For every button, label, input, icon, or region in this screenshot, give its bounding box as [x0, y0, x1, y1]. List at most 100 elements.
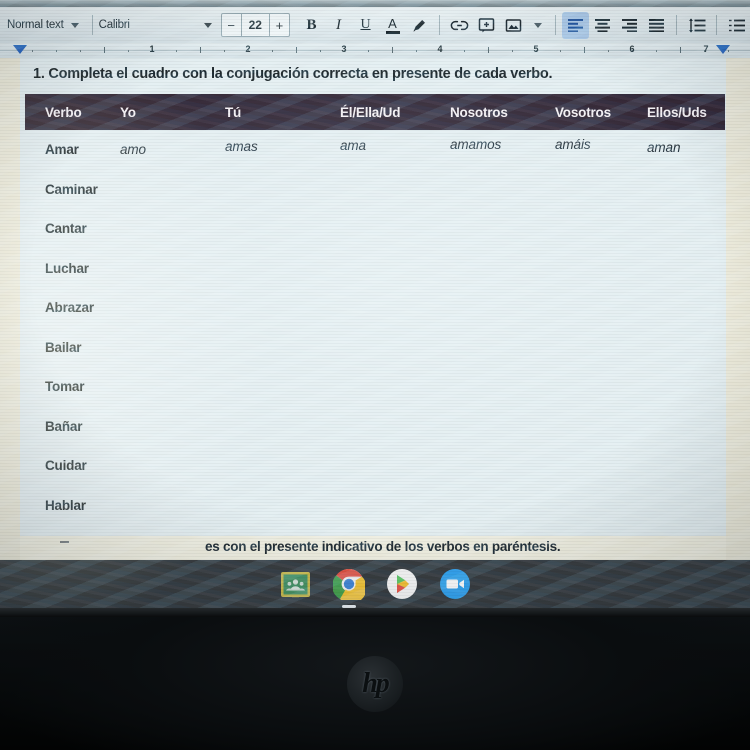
increase-font-size-button[interactable]: + [270, 14, 289, 36]
laptop-hinge [0, 608, 750, 617]
table-row[interactable]: Bailar [25, 328, 725, 368]
column-header-tu: Tú [225, 104, 242, 120]
align-justify-button[interactable] [643, 12, 670, 39]
align-right-icon [622, 19, 637, 32]
table-row[interactable]: Hablar [25, 486, 725, 526]
partial-paragraph-text: es con el presente indicativo de los ver… [205, 539, 561, 554]
bold-icon: B [306, 16, 317, 33]
table-row[interactable]: Abrazar [25, 288, 725, 328]
cell-verb[interactable]: Amar [25, 142, 120, 157]
shelf-app-zoom[interactable] [438, 568, 471, 601]
shelf-app-google-classroom[interactable] [279, 568, 312, 601]
cell-verb[interactable]: Cuidar [25, 458, 120, 473]
cell-verb[interactable]: Hablar [25, 498, 120, 513]
table-row[interactable]: Bañar [25, 407, 725, 447]
add-comment-icon [478, 17, 495, 32]
insert-link-button[interactable] [446, 12, 473, 39]
ruler-number: 7 [703, 44, 709, 54]
column-header-vosotros: Vosotros [555, 104, 611, 120]
ruler-number: 5 [533, 44, 539, 54]
column-header-yo: Yo [120, 104, 136, 120]
align-left-button[interactable] [562, 11, 589, 39]
cut-off-text-stub [60, 541, 69, 543]
left-indent-marker[interactable] [13, 45, 27, 54]
table-row[interactable]: Cuidar [25, 446, 725, 486]
insert-link-icon [450, 20, 469, 30]
chevron-down-icon [70, 22, 79, 28]
text-color-swatch [385, 30, 400, 34]
font-size-input[interactable]: 22 [242, 14, 270, 36]
zoom-video-icon [439, 569, 470, 599]
numbered-list-button[interactable] [723, 12, 750, 39]
toolbar-divider [716, 15, 717, 35]
column-header-verbo: Verbo [45, 104, 82, 120]
cell-nosotros[interactable]: amamos [450, 137, 555, 152]
google-classroom-icon [281, 571, 310, 597]
bold-button[interactable]: B [298, 12, 325, 39]
text-color-letter: A [388, 15, 397, 31]
chromeos-shelf [0, 560, 750, 608]
highlight-pen-icon [413, 19, 425, 32]
hp-logo-text: hp [362, 668, 390, 699]
highlight-color-button[interactable] [406, 12, 433, 39]
underline-button[interactable]: U [352, 12, 379, 39]
shelf-app-google-chrome[interactable] [332, 568, 365, 601]
align-left-icon [568, 19, 583, 32]
table-row[interactable]: Tomar [25, 367, 725, 407]
cell-tu[interactable]: amas [225, 139, 340, 154]
align-center-button[interactable] [589, 12, 616, 39]
cell-ellos[interactable]: aman [647, 140, 725, 155]
line-spacing-icon [688, 17, 705, 33]
align-center-icon [595, 19, 610, 32]
insert-image-button[interactable] [500, 12, 527, 39]
table-row[interactable]: Caminar [25, 170, 725, 210]
ruler-number: 2 [245, 44, 251, 54]
font-size-stepper[interactable]: − 22 + [220, 13, 290, 37]
numbered-list-icon [728, 19, 745, 31]
page-right-margin [726, 58, 750, 560]
cell-yo[interactable]: amo [120, 142, 225, 157]
exercise-prompt: 1. Completa el cuadro con la conjugación… [33, 66, 553, 82]
italic-button[interactable]: I [325, 12, 352, 39]
verb-conjugation-table[interactable]: Verbo Yo Tú Él/Ella/Ud Nosotros Vosotros… [25, 94, 725, 525]
cell-verb[interactable]: Bailar [25, 340, 120, 355]
toolbar-divider [555, 15, 556, 35]
ruler-number: 1 [149, 44, 155, 54]
cell-verb[interactable]: Abrazar [25, 300, 120, 315]
column-header-el-ella-ud: Él/Ella/Ud [340, 104, 401, 120]
cell-verb[interactable]: Bañar [25, 419, 120, 434]
ruler-number: 6 [629, 44, 635, 54]
right-indent-marker[interactable] [716, 45, 730, 54]
laptop-lower-bezel: hp [0, 608, 750, 750]
document-partial-paragraph-line[interactable]: es con el presente indicativo de los ver… [20, 536, 726, 560]
table-row[interactable]: Luchar [25, 249, 725, 289]
cell-vosotros[interactable]: amáis [555, 137, 647, 152]
text-color-button[interactable]: A [379, 12, 406, 39]
toolbar-divider [91, 15, 93, 35]
cell-verb[interactable]: Tomar [25, 379, 120, 394]
font-family-dropdown[interactable]: Calibri [99, 10, 219, 40]
font-family-label: Calibri [98, 19, 130, 31]
insert-image-dropdown-caret-icon[interactable] [534, 22, 542, 28]
ruler-number: 4 [437, 44, 443, 54]
decrease-font-size-button[interactable]: − [222, 14, 242, 36]
add-comment-button[interactable] [473, 12, 500, 39]
cell-verb[interactable]: Cantar [25, 221, 120, 236]
google-chrome-icon [332, 568, 365, 600]
document-ruler[interactable]: 1 2 3 4 5 6 7 [0, 43, 750, 58]
shelf-app-google-play[interactable] [385, 568, 418, 601]
laptop-photo: Normal text Calibri − 22 + B I U A 1 2 3… [0, 0, 750, 750]
table-header-row: Verbo Yo Tú Él/Ella/Ud Nosotros Vosotros… [25, 94, 725, 130]
cell-el[interactable]: ama [340, 138, 450, 153]
align-right-button[interactable] [616, 12, 643, 39]
cell-verb[interactable]: Caminar [25, 182, 120, 197]
underline-icon: U [360, 17, 371, 32]
paragraph-style-dropdown[interactable]: Normal text [2, 10, 86, 40]
line-spacing-button[interactable] [683, 12, 710, 39]
table-row[interactable]: Amar amo amas ama amamos amáis aman [25, 130, 725, 170]
table-row[interactable]: Cantar [25, 209, 725, 249]
document-page[interactable]: 1. Completa el cuadro con la conjugación… [20, 58, 726, 536]
cell-verb[interactable]: Luchar [25, 261, 120, 276]
laptop-screen: Normal text Calibri − 22 + B I U A 1 2 3… [0, 0, 750, 608]
page-left-margin [0, 58, 20, 560]
